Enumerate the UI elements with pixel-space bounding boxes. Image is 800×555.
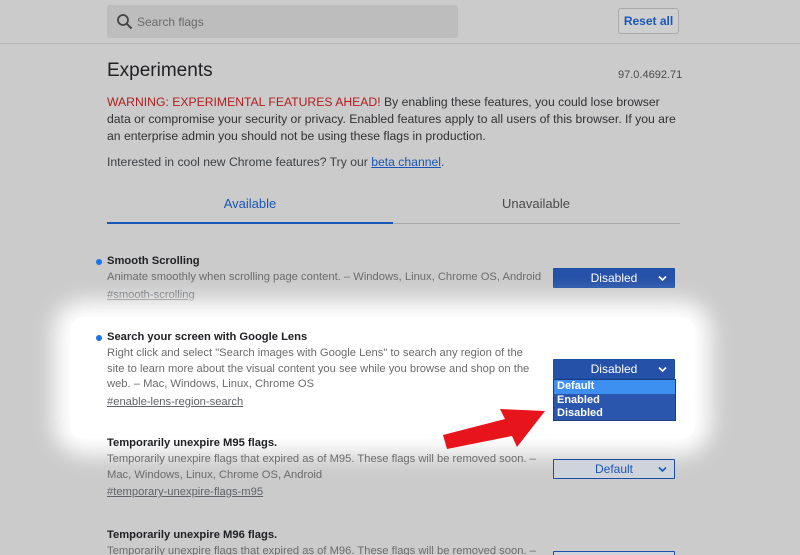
flag-title: Smooth Scrolling (107, 255, 200, 267)
search-input[interactable] (137, 5, 447, 38)
interested-text: Interested in cool new Chrome features? … (107, 155, 444, 169)
warning-prefix: WARNING: EXPERIMENTAL FEATURES AHEAD! (107, 95, 381, 109)
flag-description: Right click and select "Search images wi… (107, 347, 530, 390)
select-value: Default (594, 462, 634, 476)
flag-link[interactable]: #temporary-unexpire-flags-m95 (107, 486, 687, 498)
flag-title: Temporarily unexpire M95 flags. (107, 437, 278, 449)
chevron-down-icon (658, 275, 667, 282)
chevron-down-icon (658, 366, 667, 373)
flag-smooth-scrolling: Smooth Scrolling Animate smoothly when s… (96, 255, 687, 301)
top-bar: Reset all (0, 0, 800, 44)
flag-unexpire-m96: Temporarily unexpire M96 flags. Temporar… (107, 529, 687, 555)
option-disabled[interactable]: Disabled (554, 407, 675, 421)
select-value: Disabled (590, 271, 638, 285)
search-box[interactable] (107, 5, 458, 38)
interested-suffix: . (441, 155, 445, 169)
flag-select[interactable]: Default (553, 459, 675, 479)
flag-description: Temporarily unexpire flags that expired … (107, 545, 536, 555)
flag-link[interactable]: #smooth-scrolling (107, 289, 687, 301)
search-icon (117, 14, 133, 30)
option-default[interactable]: Default (554, 380, 675, 394)
interested-label: Interested in cool new Chrome features? … (107, 155, 372, 169)
select-dropdown-list: Default Enabled Disabled (553, 379, 676, 421)
flag-title: Temporarily unexpire M96 flags. (107, 529, 278, 541)
tab-bar: Available Unavailable (107, 188, 680, 224)
select-value: Disabled (590, 362, 638, 376)
reset-all-button[interactable]: Reset all (618, 8, 679, 34)
flag-select[interactable]: Disabled (553, 268, 675, 288)
option-enabled[interactable]: Enabled (554, 394, 675, 408)
flag-title: Search your screen with Google Lens (107, 331, 308, 343)
flag-unexpire-m95: Temporarily unexpire M95 flags. Temporar… (107, 437, 687, 498)
tab-unavailable[interactable]: Unavailable (393, 188, 679, 224)
modified-dot (96, 259, 102, 265)
page-title: Experiments (107, 60, 213, 81)
warning-text: WARNING: EXPERIMENTAL FEATURES AHEAD! By… (107, 94, 682, 145)
chevron-down-icon (658, 466, 667, 473)
flag-select[interactable] (553, 551, 675, 555)
tab-available[interactable]: Available (107, 188, 393, 224)
version-label: 97.0.4692.71 (618, 69, 683, 81)
flag-description: Temporarily unexpire flags that expired … (107, 453, 536, 481)
modified-dot (96, 335, 102, 341)
beta-channel-link[interactable]: beta channel (371, 155, 441, 169)
flag-select[interactable]: Disabled (553, 359, 675, 379)
flag-description: Animate smoothly when scrolling page con… (107, 271, 542, 283)
